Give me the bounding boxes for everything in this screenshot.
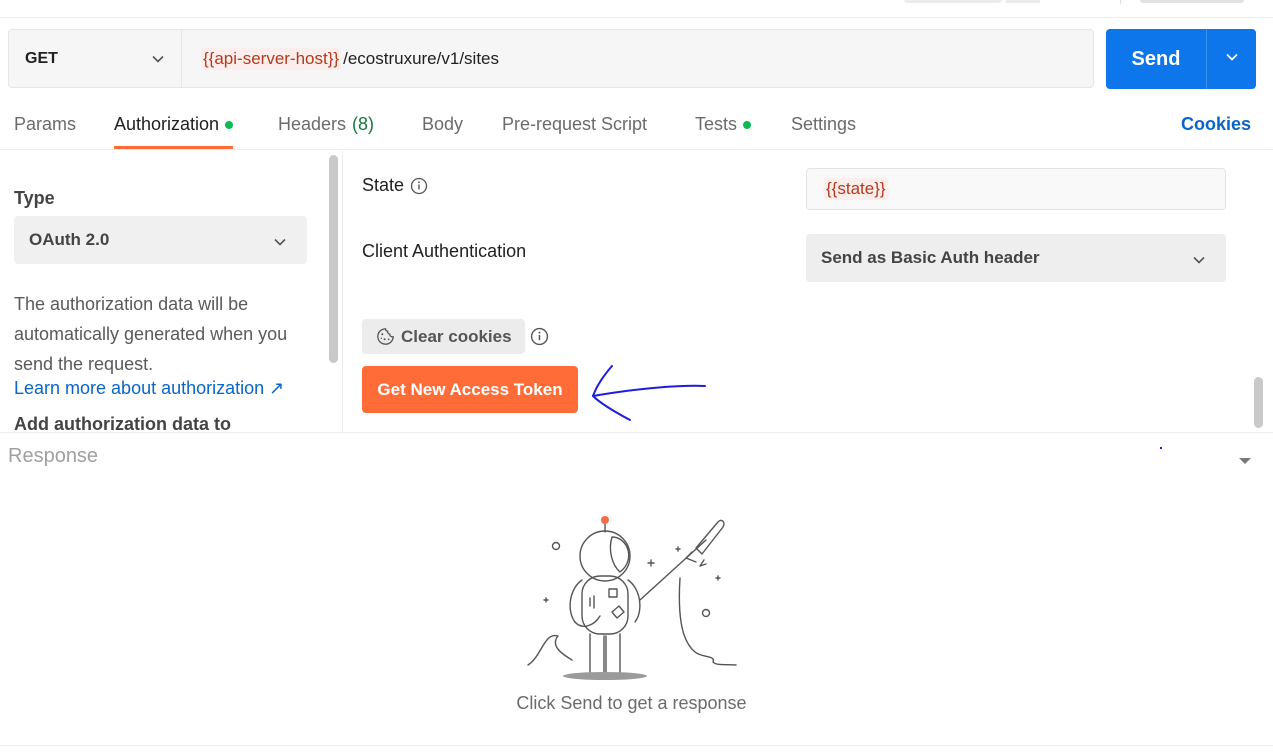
response-header: Response [0,432,1273,480]
request-tabs: Params Authorization Headers (8) Body Pr… [0,100,1273,150]
caret-down-icon[interactable] [1238,453,1252,471]
method-select[interactable]: GET [9,30,182,87]
url-input[interactable]: {{api-server-host}} /ecostruxure/v1/site… [182,30,1093,87]
tab-tests[interactable]: Tests [695,100,752,149]
cookie-icon [376,327,395,346]
state-label: State [362,175,405,195]
status-dot [743,120,752,129]
state-input[interactable]: {{state}} [806,168,1226,210]
chevron-down-icon [273,234,287,254]
top-toolbar-strip [0,0,1273,18]
state-variable: {{state}} [824,178,888,200]
headers-count-badge: (8) [352,114,375,134]
tab-label: Authorization [114,114,220,134]
right-scrollbar[interactable] [1254,377,1263,428]
tab-label: Body [422,114,464,134]
info-icon[interactable] [410,177,428,195]
clear-cookies-label: Clear cookies [401,326,512,346]
empty-response-message: Click Send to get a response [516,693,747,713]
request-url-bar: GET {{api-server-host}} /ecostruxure/v1/… [8,29,1094,88]
learn-more-link[interactable]: Learn more about authorization ↗ [14,378,284,399]
tab-params[interactable]: Params [14,100,76,149]
tab-headers[interactable]: Headers (8) [278,100,374,149]
tab-authorization[interactable]: Authorization [114,100,234,149]
toolbar-control-edge [1006,0,1040,3]
state-row-label: State [362,175,428,196]
chevron-down-icon [1224,49,1240,70]
send-button-group: Send [1106,29,1256,89]
tab-body[interactable]: Body [422,100,463,149]
toolbar-divider [1120,0,1121,4]
toolbar-control-edge [1140,0,1244,3]
tab-label: Pre-request Script [502,114,648,134]
tab-settings[interactable]: Settings [791,100,856,149]
send-options-button[interactable] [1207,29,1256,89]
tab-label: Settings [791,114,857,134]
astronaut-illustration [527,516,737,680]
client-auth-value: Send as Basic Auth header [821,248,1040,267]
url-path: /ecostruxure/v1/sites [343,48,499,68]
tab-pre-request-script[interactable]: Pre-request Script [502,100,647,149]
tab-label: Tests [695,114,738,134]
get-new-access-token-button[interactable]: Get New Access Token [362,366,578,413]
hand-drawn-arrow-annotation [591,365,706,421]
cookies-link[interactable]: Cookies [1181,100,1251,149]
add-auth-label: Add authorization data to [14,414,231,432]
client-auth-label: Client Authentication [362,241,527,261]
url-variable: {{api-server-host}} [201,47,342,70]
left-scrollbar[interactable] [329,155,338,363]
auth-type-select[interactable]: OAuth 2.0 [14,216,307,264]
auth-type-value: OAuth 2.0 [29,230,110,249]
type-label: Type [14,188,55,208]
bottom-divider [0,745,1273,746]
status-dot [225,120,234,129]
toolbar-control-edge [904,0,1002,3]
chevron-down-icon [1192,252,1206,272]
tab-label: Headers [278,114,347,134]
clear-cookies-button[interactable]: Clear cookies [362,319,525,354]
response-title: Response [8,445,99,467]
auth-description: The authorization data will be automatic… [14,294,288,374]
chevron-down-icon [151,52,165,71]
client-auth-select[interactable]: Send as Basic Auth header [806,234,1226,282]
info-icon[interactable] [530,327,549,351]
auth-type-panel: Type OAuth 2.0 The authorization data wi… [0,151,343,432]
send-button[interactable]: Send [1106,29,1207,89]
auth-config-panel: State {{state}} Client Authentication Se… [344,151,1273,432]
method-label: GET [25,49,58,67]
tab-label: Params [14,114,77,134]
